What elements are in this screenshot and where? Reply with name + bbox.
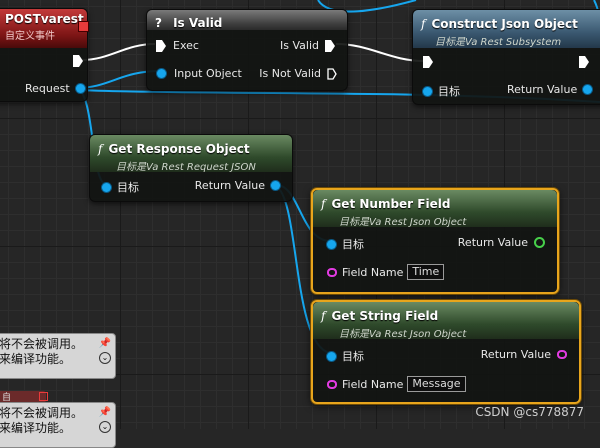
get-string-field-name-row: Field Name Message xyxy=(327,376,466,392)
construct-json-object-node[interactable]: f Construct Json Object 目标是Va Rest Subsys… xyxy=(412,9,600,105)
get-string-return-label: Return Value xyxy=(480,348,551,361)
construct-target-row: 目标 xyxy=(423,83,460,99)
get-number-target-label: 目标 xyxy=(342,238,364,251)
pushpin-icon[interactable]: 📌 xyxy=(99,336,111,351)
function-icon: f xyxy=(321,197,326,211)
get-response-return-label: Return Value xyxy=(194,179,265,192)
event-delegate-pin[interactable] xyxy=(78,21,89,32)
warning-comment-line: 将不会被调用。 xyxy=(0,337,84,351)
get-number-target-row: 目标 xyxy=(327,236,364,252)
get-number-field-name-input[interactable]: Time xyxy=(407,264,445,280)
get-number-field-name-label: Field Name xyxy=(342,265,404,279)
watermark: CSDN @cs778877 xyxy=(475,405,584,419)
get-string-field-name-input[interactable]: Message xyxy=(407,376,466,392)
exec-input-pin[interactable] xyxy=(156,39,166,52)
get-string-field-node[interactable]: f Get String Field 目标是Va Rest Json Object… xyxy=(311,300,581,404)
get-response-title: Get Response Object xyxy=(108,142,250,156)
get-response-target-label: 目标 xyxy=(117,181,139,194)
get-response-target-row: 目标 xyxy=(102,179,139,195)
exec-wire-isvalid-to-construct xyxy=(335,43,425,62)
get-number-field-name-pin[interactable] xyxy=(327,267,337,277)
get-number-return-label: Return Value xyxy=(457,236,528,249)
event-title: POSTvarest xyxy=(5,12,84,26)
event-subtitle: 自定义事件 xyxy=(5,31,55,42)
function-icon: f xyxy=(321,309,326,323)
is-valid-title: Is Valid xyxy=(173,16,223,30)
get-number-target-pin[interactable] xyxy=(327,239,336,249)
construct-json-title: Construct Json Object xyxy=(431,17,578,31)
construct-exec-input-pin[interactable] xyxy=(423,56,433,68)
construct-return-row: Return Value xyxy=(507,83,593,96)
pushpin-icon[interactable]: 📌 xyxy=(99,405,111,420)
exec-wire-event-to-isvalid xyxy=(81,43,156,61)
is-valid-output-row: Is Valid xyxy=(280,39,335,52)
is-not-valid-label: Is Not Valid xyxy=(259,67,321,80)
construct-json-subtitle: 目标是Va Rest Subsystem xyxy=(435,37,562,48)
function-icon: f xyxy=(421,17,426,31)
input-object-label: Input Object xyxy=(174,67,242,80)
get-number-field-name-row: Field Name Time xyxy=(327,264,445,280)
request-output-pin[interactable] xyxy=(75,84,85,93)
construct-target-label: 目标 xyxy=(438,85,460,98)
warning-comment-line: 将不会被调用。 xyxy=(0,406,84,420)
get-response-object-node[interactable]: f Get Response Object 目标是Va Rest Request … xyxy=(89,134,293,202)
get-string-title: Get String Field xyxy=(331,309,439,323)
construct-exec-output-pin[interactable] xyxy=(579,56,589,68)
get-response-return-row: Return Value xyxy=(195,179,280,192)
get-response-subtitle: 目标是Va Rest Request JSON xyxy=(116,162,256,173)
warning-comment-bubble-1[interactable]: 将不会被调用。 来编译功能。 📌 ⌄ xyxy=(0,333,116,379)
get-number-subtitle: 目标是Va Rest Json Object xyxy=(339,217,467,228)
exec-input-row: Exec xyxy=(156,39,199,52)
question-icon: ? xyxy=(155,16,162,30)
get-string-subtitle: 目标是Va Rest Json Object xyxy=(339,329,467,340)
get-string-return-row: Return Value xyxy=(481,348,567,361)
request-output-pin-row: Request xyxy=(25,82,85,95)
input-object-pin[interactable] xyxy=(157,69,166,78)
get-response-return-pin[interactable] xyxy=(271,181,280,190)
construct-return-pin[interactable] xyxy=(583,85,593,94)
get-string-return-pin[interactable] xyxy=(557,350,567,359)
construct-return-label: Return Value xyxy=(507,83,578,96)
get-response-target-pin[interactable] xyxy=(102,182,111,192)
get-number-field-node[interactable]: f Get Number Field 目标是Va Rest Json Object… xyxy=(311,188,559,294)
get-number-return-row: Return Value xyxy=(458,236,545,249)
custom-event-node-postvarest[interactable]: POSTvarest 自定义事件 Request xyxy=(0,8,89,102)
construct-target-pin[interactable] xyxy=(423,86,432,96)
is-valid-exec-output-pin[interactable] xyxy=(325,39,335,52)
request-pin-label: Request xyxy=(25,82,70,95)
function-icon: f xyxy=(98,142,103,156)
is-valid-output-label: Is Valid xyxy=(280,39,319,52)
warning-comment-bubble-2[interactable]: 将不会被调用。 来编译功能。 📌 ⌄ xyxy=(0,402,116,448)
event-exec-out-pin[interactable] xyxy=(73,55,83,67)
get-string-field-name-pin[interactable] xyxy=(327,379,337,389)
get-string-target-label: 目标 xyxy=(342,350,364,363)
get-number-title: Get Number Field xyxy=(331,197,451,211)
is-not-valid-exec-output-pin[interactable] xyxy=(327,67,337,80)
collapse-icon[interactable]: ⌄ xyxy=(99,352,111,364)
is-not-valid-output-row: Is Not Valid xyxy=(259,67,337,80)
get-string-target-row: 目标 xyxy=(327,348,364,364)
exec-input-label: Exec xyxy=(173,39,199,52)
warning-comment-line: 来编译功能。 xyxy=(0,352,72,366)
collapse-icon[interactable]: ⌄ xyxy=(99,421,111,433)
get-string-target-pin[interactable] xyxy=(327,351,336,361)
get-number-return-pin[interactable] xyxy=(534,237,545,248)
is-valid-node[interactable]: ? Is Valid Exec Is Valid Input Object Is… xyxy=(146,9,348,91)
input-object-row: Input Object xyxy=(157,67,242,80)
get-string-field-name-label: Field Name xyxy=(342,377,404,391)
disabled-node-delegate-pin[interactable] xyxy=(39,392,48,401)
